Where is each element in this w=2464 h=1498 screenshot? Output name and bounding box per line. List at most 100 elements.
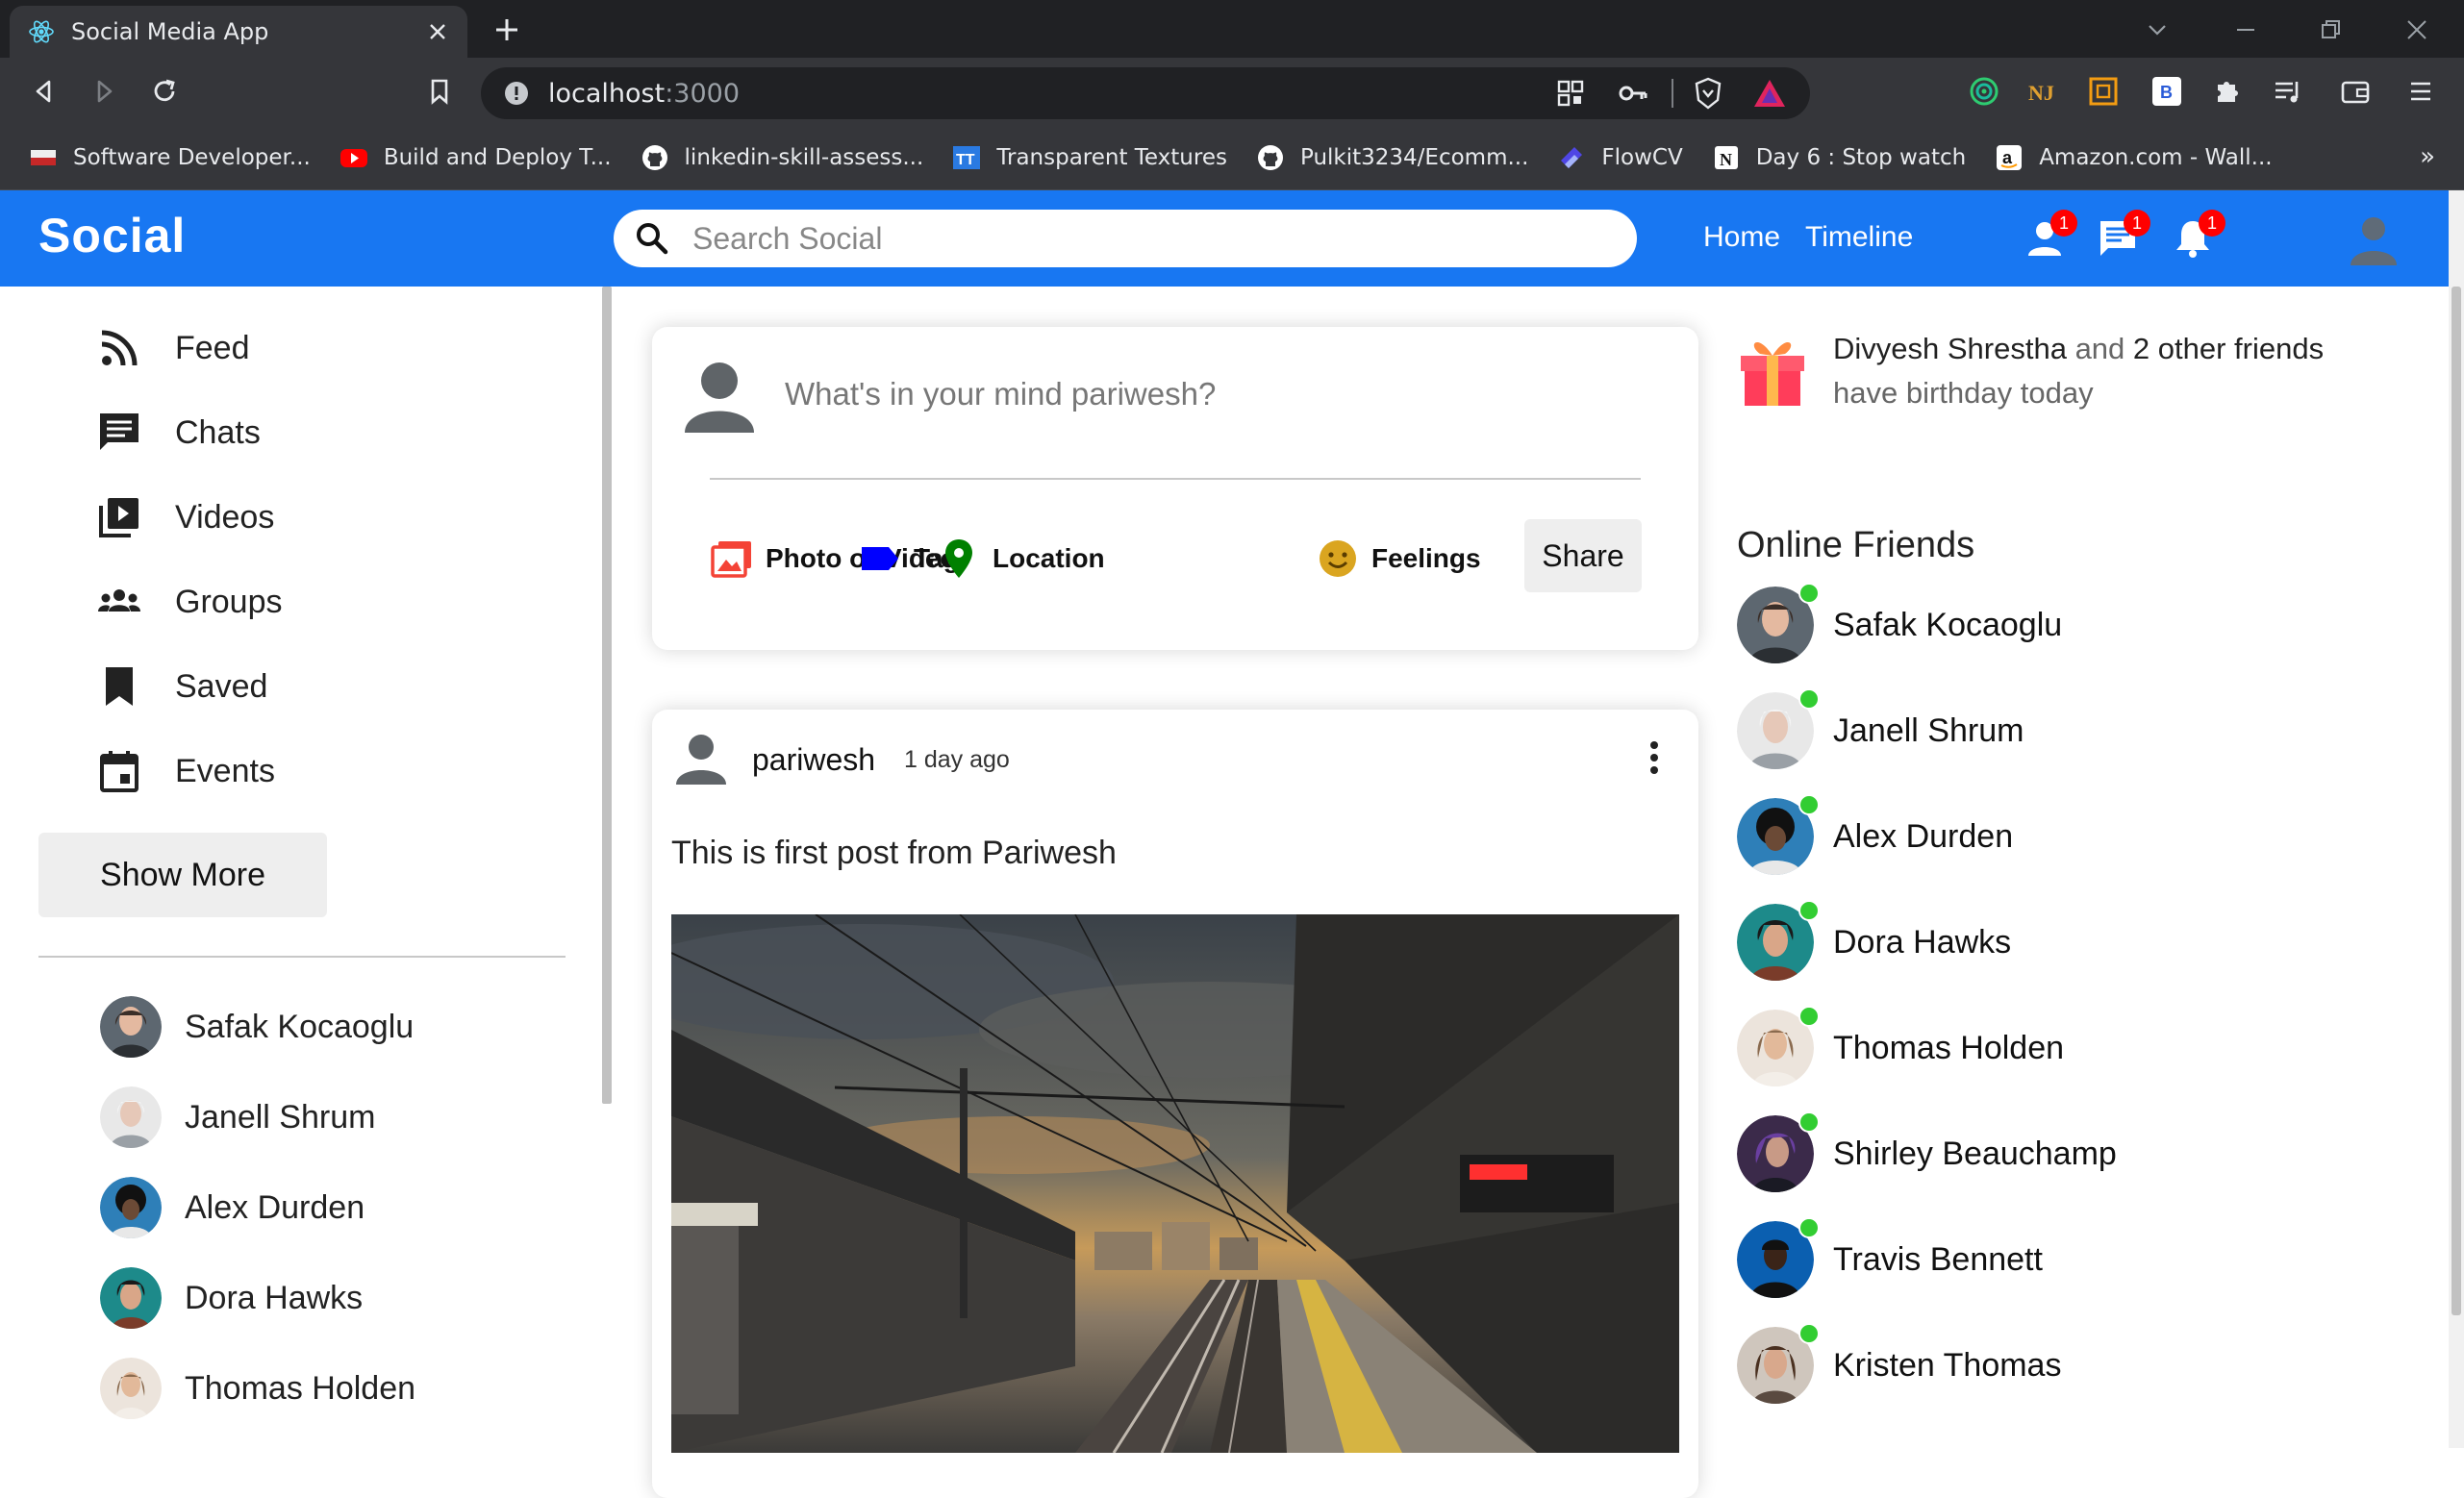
bookmark-label: Transparent Textures bbox=[996, 144, 1227, 170]
friend-requests-button[interactable]: 1 bbox=[2024, 210, 2077, 260]
birthday-name: Divyesh Shrestha bbox=[1833, 332, 2067, 365]
groups-icon bbox=[98, 589, 140, 612]
extension-nj-icon[interactable]: NJ bbox=[2025, 75, 2058, 108]
online-friend[interactable]: Alex Durden bbox=[1737, 794, 2014, 875]
bookmark-item[interactable]: FlowCV bbox=[1557, 143, 1683, 172]
online-friend[interactable]: Thomas Holden bbox=[1737, 1006, 2064, 1086]
brave-shield-icon[interactable] bbox=[1693, 77, 1723, 110]
online-friend[interactable]: Safak Kocaoglu bbox=[1737, 583, 2063, 663]
nav-link-home[interactable]: Home bbox=[1703, 221, 1780, 254]
sidebar-friend[interactable]: Janell Shrum bbox=[100, 1086, 375, 1148]
nav-link-timeline[interactable]: Timeline bbox=[1805, 221, 1913, 254]
close-tab-icon[interactable] bbox=[425, 19, 450, 44]
bookmark-item[interactable]: Build and Deploy T... bbox=[339, 143, 612, 172]
friend-name: Travis Bennett bbox=[1833, 1240, 2043, 1278]
extension-capture-icon[interactable] bbox=[2087, 75, 2120, 108]
search-input[interactable] bbox=[692, 220, 1558, 257]
sidebar-friend[interactable]: Safak Kocaoglu bbox=[100, 996, 414, 1058]
online-friend[interactable]: Janell Shrum bbox=[1737, 688, 2024, 769]
new-tab-icon[interactable] bbox=[490, 13, 523, 46]
back-icon[interactable] bbox=[27, 75, 60, 108]
bookmark-item[interactable]: N Day 6 : Stop watch bbox=[1712, 143, 1966, 172]
friend-name: Dora Hawks bbox=[1833, 923, 2012, 961]
show-more-button[interactable]: Show More bbox=[38, 833, 327, 917]
bookmark-item[interactable]: Pulkit3234/Ecomm... bbox=[1256, 143, 1528, 172]
media-playlist-icon[interactable] bbox=[2272, 75, 2304, 108]
sidebar-friend[interactable]: Thomas Holden bbox=[100, 1358, 415, 1419]
share-option-label: Feelings bbox=[1371, 543, 1481, 573]
site-info-icon[interactable] bbox=[502, 79, 531, 108]
brave-rewards-icon[interactable] bbox=[1752, 77, 1787, 110]
forward-icon[interactable] bbox=[88, 75, 121, 108]
sidebar-item-feed[interactable]: Feed bbox=[96, 325, 250, 371]
close-window-icon[interactable] bbox=[2402, 15, 2431, 44]
sidebar-item-events[interactable]: Events bbox=[96, 748, 275, 794]
birthday-notice: Divyesh Shrestha and 2 other friends hav… bbox=[1833, 327, 2410, 415]
share-input[interactable] bbox=[785, 370, 1650, 418]
post-author-avatar-icon[interactable] bbox=[673, 729, 729, 785]
extension-target-icon[interactable] bbox=[1968, 75, 2000, 108]
browser-menu-icon[interactable] bbox=[2404, 75, 2437, 108]
bookmark-page-icon[interactable] bbox=[423, 75, 456, 108]
reload-icon[interactable] bbox=[148, 75, 181, 108]
page-scrollbar[interactable] bbox=[2449, 190, 2464, 1448]
profile-avatar-icon[interactable] bbox=[2347, 212, 2401, 265]
bookmark-item[interactable]: linkedin-skill-assess... bbox=[641, 143, 924, 172]
share-button[interactable]: Share bbox=[1524, 519, 1642, 592]
tab-search-icon[interactable] bbox=[2143, 15, 2172, 44]
app-topbar: Social Home Timeline 1 1 1 bbox=[0, 190, 2464, 287]
share-card: Photo or Video Tag Location Feelings Sha… bbox=[652, 327, 1698, 650]
restore-icon[interactable] bbox=[2316, 15, 2345, 44]
page-scrollbar-thumb[interactable] bbox=[2451, 287, 2461, 1315]
birthday-tail: have birthday today bbox=[1833, 376, 2094, 410]
bookmark-item[interactable]: Software Developer... bbox=[29, 143, 311, 172]
friend-name: Safak Kocaoglu bbox=[1833, 606, 2063, 643]
online-friend[interactable]: Dora Hawks bbox=[1737, 900, 2012, 981]
bookmark-label: linkedin-skill-assess... bbox=[684, 144, 924, 170]
online-friend[interactable]: Kristen Thomas bbox=[1737, 1323, 2061, 1404]
online-friend[interactable]: Travis Bennett bbox=[1737, 1217, 2043, 1298]
messages-button[interactable]: 1 bbox=[2097, 210, 2150, 260]
location-option[interactable]: Location bbox=[937, 537, 1105, 581]
bookmark-item[interactable]: TT Transparent Textures bbox=[952, 143, 1227, 172]
birthday-connector: and bbox=[2066, 332, 2133, 365]
post-image[interactable] bbox=[671, 914, 1679, 1453]
friend-name: Alex Durden bbox=[1833, 817, 2014, 855]
svg-text:a: a bbox=[2002, 148, 2013, 167]
qr-code-icon[interactable] bbox=[1556, 79, 1585, 108]
minimize-icon[interactable] bbox=[2231, 15, 2260, 44]
url-host: localhost bbox=[548, 78, 666, 109]
sidebar-item-saved[interactable]: Saved bbox=[96, 663, 267, 710]
github-icon bbox=[1257, 144, 1283, 170]
app-logo[interactable]: Social bbox=[38, 208, 186, 263]
search-bar[interactable] bbox=[614, 210, 1637, 267]
sidebar-friend[interactable]: Alex Durden bbox=[100, 1177, 365, 1238]
amazon-icon: a bbox=[1997, 144, 2023, 170]
sidebar-item-groups[interactable]: Groups bbox=[96, 579, 283, 625]
sidebar-item-label: Videos bbox=[175, 498, 275, 536]
sidebar-item-chats[interactable]: Chats bbox=[96, 410, 261, 456]
feelings-option[interactable]: Feelings bbox=[1316, 537, 1481, 581]
sidebar-friend[interactable]: Dora Hawks bbox=[100, 1267, 363, 1329]
browser-tab[interactable]: Social Media App bbox=[10, 6, 467, 58]
sidebar-item-label: Groups bbox=[175, 583, 283, 620]
online-friend[interactable]: Shirley Beauchamp bbox=[1737, 1111, 2117, 1192]
wallet-icon[interactable] bbox=[2339, 75, 2372, 108]
bookmarks-overflow-button[interactable]: » bbox=[2420, 142, 2435, 171]
friend-name: Shirley Beauchamp bbox=[1833, 1135, 2117, 1172]
bookmark-item[interactable]: a Amazon.com - Wall... bbox=[1995, 143, 2273, 172]
more-vert-icon[interactable] bbox=[1637, 738, 1672, 777]
friend-name: Janell Shrum bbox=[1833, 712, 2024, 749]
extensions-puzzle-icon[interactable] bbox=[2210, 75, 2243, 108]
address-bar[interactable]: localhost:3000 bbox=[481, 67, 1810, 119]
key-icon[interactable] bbox=[1618, 79, 1648, 108]
extension-b-icon[interactable]: B bbox=[2150, 75, 2183, 108]
post-username[interactable]: pariwesh bbox=[752, 742, 875, 778]
friend-avatar bbox=[100, 1177, 162, 1238]
sidebar-scrollbar[interactable] bbox=[602, 287, 612, 1104]
sidebar-item-videos[interactable]: Videos bbox=[96, 494, 274, 540]
svg-text:TT: TT bbox=[956, 152, 975, 168]
online-status-dot bbox=[1798, 583, 1820, 604]
bookmark-label: Software Developer... bbox=[73, 144, 311, 170]
notifications-button[interactable]: 1 bbox=[2172, 210, 2225, 260]
